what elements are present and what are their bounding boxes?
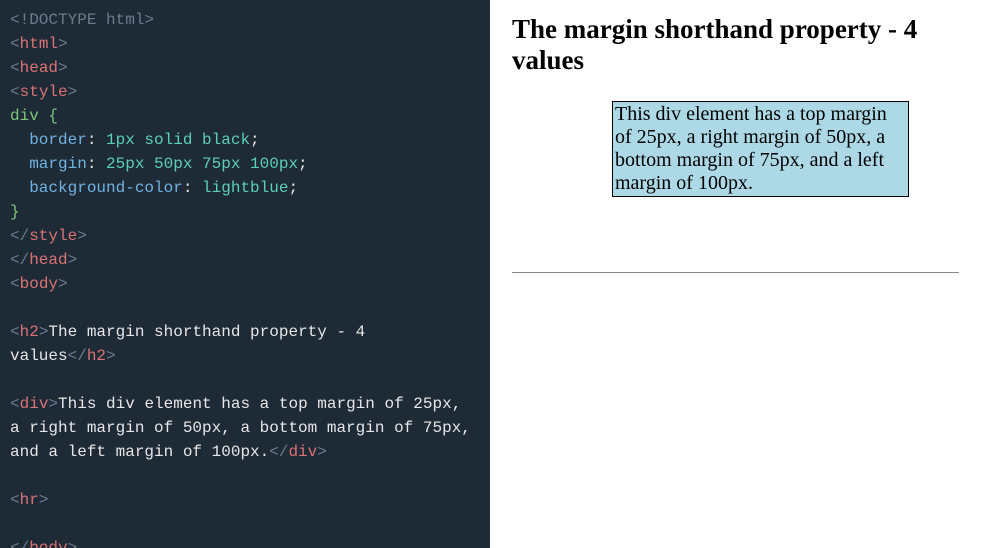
code-editor-pane[interactable]: <!DOCTYPE html> <html> <head> <style> di… bbox=[0, 0, 490, 548]
style-close-tag: </style> bbox=[10, 227, 87, 245]
body-close-tag: </body> bbox=[10, 539, 77, 548]
demo-box: This div element has a top margin of 25p… bbox=[612, 101, 909, 197]
css-border-line: border: 1px solid black; bbox=[10, 131, 260, 149]
doctype-line: <!DOCTYPE html> bbox=[10, 11, 154, 29]
css-margin-line: margin: 25px 50px 75px 100px; bbox=[10, 155, 308, 173]
css-bg-line: background-color: lightblue; bbox=[10, 179, 298, 197]
head-close-tag: </head> bbox=[10, 251, 77, 269]
style-open-tag: <style> bbox=[10, 83, 77, 101]
body-open-tag: <body> bbox=[10, 275, 68, 293]
preview-pane: The margin shorthand property - 4 values… bbox=[490, 0, 981, 548]
preview-heading: The margin shorthand property - 4 values bbox=[512, 14, 959, 76]
hr-tag: <hr> bbox=[10, 491, 48, 509]
css-selector: div { bbox=[10, 107, 58, 125]
css-close-brace: } bbox=[10, 203, 20, 221]
div-line: <div>This div element has a top margin o… bbox=[10, 395, 480, 461]
h2-line: <h2>The margin shorthand property - 4 va… bbox=[10, 323, 375, 365]
head-open-tag: <head> bbox=[10, 59, 68, 77]
html-open-tag: <html> bbox=[10, 35, 68, 53]
preview-hr bbox=[512, 272, 959, 273]
